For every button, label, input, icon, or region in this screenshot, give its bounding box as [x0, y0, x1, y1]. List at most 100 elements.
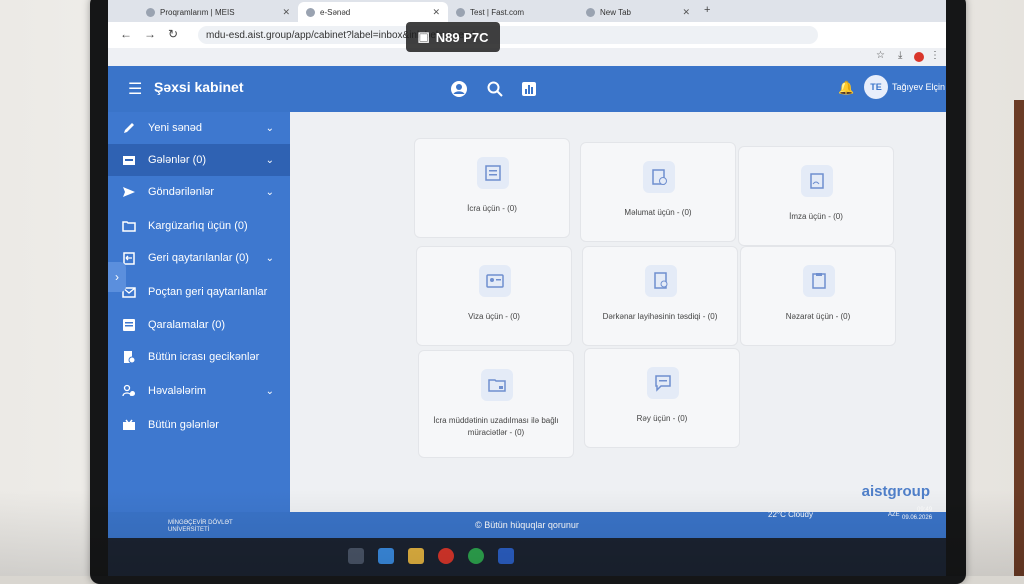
sidebar-item-inbox[interactable]: Gələnlər (0) ⌄ [108, 144, 290, 176]
sidebar-item-assignments[interactable]: Həvalələrim ⌄ [108, 375, 290, 407]
sidebar-item-label: Bütün gələnlər [148, 419, 219, 431]
chrome-favicon-icon [586, 7, 595, 17]
tab-label: New Tab [600, 7, 631, 17]
card-approval[interactable]: Dərkənar layihəsinin təsdiqi - (0) [582, 246, 738, 346]
close-tab-icon[interactable]: ✕ [282, 7, 290, 18]
chevron-down-icon[interactable]: ⌄ [266, 253, 274, 264]
card-label: İmza üçün - (0) [789, 212, 843, 221]
main-content: İcra üçün - (0) Məlumat üçün - (0) İmza … [290, 112, 946, 512]
card-extension[interactable]: İcra müddətinin uzadılması ilə bağlı mür… [418, 350, 574, 458]
toolbar-row: ☆ ⤓ ⋮ [108, 48, 946, 67]
language-indicator[interactable]: AZE [888, 512, 900, 518]
execution-icon [477, 157, 509, 189]
close-tab-icon[interactable]: ✕ [682, 7, 690, 18]
card-label: Viza üçün - (0) [468, 312, 520, 321]
university-logo: MİNGƏÇEVİR DÖVLƏT UNİVERSİTETİ [168, 520, 238, 534]
sidebar-item-label: Qaralamalar (0) [148, 319, 226, 331]
chrome-icon[interactable] [468, 548, 484, 564]
hamburger-menu-icon[interactable]: ☰ [128, 79, 142, 99]
sidebar-item-mail-returned[interactable]: Poçtan geri qaytarılanlar [108, 276, 290, 308]
taskbar [108, 538, 946, 576]
task-view-icon[interactable] [348, 548, 364, 564]
sidebar-item-new-document[interactable]: Yeni sənəd ⌄ [108, 112, 290, 144]
visa-icon [479, 265, 511, 297]
close-tab-icon[interactable]: ✕ [432, 7, 440, 18]
esened-favicon-icon [306, 7, 315, 17]
profile-icon[interactable] [914, 52, 924, 62]
card-label: Dərkənar layihəsinin təsdiqi - (0) [602, 312, 718, 321]
card-label: İcra müddətinin uzadılması ilə bağlı mür… [433, 416, 559, 437]
sidebar-item-returned[interactable]: Geri qaytarılanlar (0) ⌄ [108, 242, 290, 274]
tab-label: e-Sənəd [320, 7, 351, 17]
all-inbox-icon [122, 418, 136, 432]
approval-icon [645, 265, 677, 297]
user-name[interactable]: Tağıyev Elçin [892, 82, 945, 92]
overlay-badge-text: N89 P7C [435, 29, 489, 45]
tab-e-sened[interactable]: e-Sənəd ✕ [298, 2, 448, 22]
extension-icon [481, 369, 513, 401]
card-info[interactable]: Məlumat üçün - (0) [580, 142, 736, 242]
avatar[interactable]: TE [864, 75, 888, 99]
copyright-text: © Bütün hüquqlar qorunur [475, 520, 579, 530]
comment-icon [647, 367, 679, 399]
folder-icon [122, 219, 136, 233]
sidebar: Yeni sənəd ⌄ Gələnlər (0) ⌄ Göndərilənlə… [108, 112, 290, 522]
fast-favicon-icon [456, 7, 465, 17]
sidebar-item-label: Həvalələrim [148, 385, 207, 397]
sidebar-item-label: Geri qaytarılanlar (0) [148, 252, 249, 264]
sidebar-toggle-handle[interactable]: › [108, 262, 126, 292]
app-header: ☰ Şəxsi kabinet 🔔 TE Tağıyev Elçin [108, 66, 946, 112]
back-arrow-icon[interactable]: ← [120, 27, 132, 41]
address-bar-row: ← → ↻ mdu-esd.aist.group/app/cabinet?lab… [108, 22, 946, 49]
sidebar-item-label: Gələnlər (0) [148, 154, 207, 166]
forward-arrow-icon[interactable]: → [144, 27, 156, 41]
copilot-icon[interactable] [378, 548, 394, 564]
door-frame [1014, 100, 1024, 576]
search-icon[interactable] [486, 80, 504, 98]
star-icon[interactable]: ☆ [876, 50, 885, 61]
sidebar-item-label: Kargüzarlıq üçün (0) [148, 220, 248, 232]
lock-icon: ▣ [417, 29, 430, 44]
sidebar-item-sent[interactable]: Göndərilənlər ⌄ [108, 176, 290, 208]
sidebar-item-office[interactable]: Kargüzarlıq üçün (0) [108, 210, 290, 242]
send-icon [122, 185, 136, 199]
sidebar-item-drafts[interactable]: Qaralamalar (0) [108, 309, 290, 341]
bell-icon[interactable]: 🔔 [838, 80, 854, 96]
card-label: İcra üçün - (0) [467, 204, 517, 213]
opera-icon[interactable] [438, 548, 454, 564]
user-circle-icon[interactable] [450, 80, 468, 98]
university-logo-text: MİNGƏÇEVİR DÖVLƏT UNİVERSİTETİ [168, 520, 233, 533]
tab-fast[interactable]: Test | Fast.com [448, 2, 578, 22]
tab-meis[interactable]: Proqramlarım | MEIS ✕ [138, 2, 298, 22]
new-tab-button[interactable]: + [704, 4, 710, 16]
word-icon[interactable] [498, 548, 514, 564]
meis-favicon-icon [146, 7, 155, 17]
system-clock[interactable]: 09:49 09.06.2026 [902, 506, 932, 522]
tab-label: Proqramlarım | MEIS [160, 7, 235, 17]
card-comment[interactable]: Rəy üçün - (0) [584, 348, 740, 448]
chart-icon[interactable] [520, 80, 538, 98]
card-control[interactable]: Nəzarət üçün - (0) [740, 246, 896, 346]
tab-new-tab[interactable]: New Tab ✕ [578, 2, 698, 22]
pencil-icon [122, 121, 136, 135]
sidebar-item-all-incoming[interactable]: Bütün gələnlər [108, 409, 290, 441]
chevron-down-icon[interactable]: ⌄ [266, 155, 274, 166]
chevron-down-icon[interactable]: ⌄ [266, 123, 274, 134]
reload-icon[interactable]: ↻ [168, 27, 178, 41]
card-signature[interactable]: İmza üçün - (0) [738, 146, 894, 246]
chevron-down-icon[interactable]: ⌄ [266, 187, 274, 198]
card-execution[interactable]: İcra üçün - (0) [414, 138, 570, 238]
signature-icon [801, 165, 833, 197]
weather-widget[interactable]: 22°C Cloudy [768, 510, 813, 519]
tab-bar: Proqramlarım | MEIS ✕ e-Sənəd ✕ Test | F… [108, 0, 946, 22]
clock-date: 09.06.2026 [902, 515, 933, 521]
clock-time: 09:49 [917, 507, 933, 513]
card-label: Məlumat üçün - (0) [624, 208, 692, 217]
sidebar-item-delayed[interactable]: Bütün icrası gecikənlər [108, 341, 290, 373]
download-icon[interactable]: ⤓ [898, 50, 902, 61]
file-explorer-icon[interactable] [408, 548, 424, 564]
card-visa[interactable]: Viza üçün - (0) [416, 246, 572, 346]
chevron-down-icon[interactable]: ⌄ [266, 386, 274, 397]
url-input[interactable]: mdu-esd.aist.group/app/cabinet?label=inb… [198, 26, 818, 44]
menu-dots-icon[interactable]: ⋮ [930, 50, 940, 61]
